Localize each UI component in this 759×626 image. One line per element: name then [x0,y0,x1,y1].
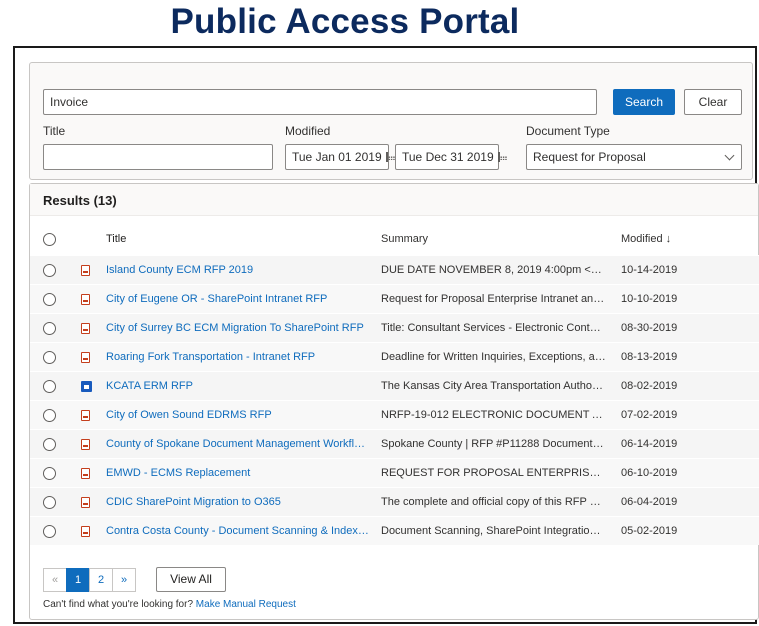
keyword-search-input[interactable]: Invoice [43,89,597,115]
result-summary: The complete and official copy of this R… [381,496,606,508]
modified-to-date-value: Tue Dec 31 2019 [402,150,494,164]
row-select-radio[interactable] [43,525,56,538]
page-title: Public Access Portal [170,2,520,41]
make-manual-request-link[interactable]: Make Manual Request [196,599,296,610]
result-modified-date: 06-14-2019 [621,438,678,450]
result-title-link[interactable]: County of Spokane Document Management Wo… [106,430,371,459]
result-modified-date: 08-02-2019 [621,380,678,392]
result-modified-date: 10-10-2019 [621,293,678,305]
row-select-radio[interactable] [43,409,56,422]
result-title-link[interactable]: Island County ECM RFP 2019 [106,256,371,285]
view-all-button[interactable]: View All [156,567,226,592]
portal-frame: Invoice Search Clear Title Modified Docu… [13,46,759,624]
search-panel: Invoice Search Clear Title Modified Docu… [29,62,753,180]
result-title-link[interactable]: Contra Costa County - Document Scanning … [106,517,371,546]
result-modified-date: 08-30-2019 [621,322,678,334]
result-row[interactable]: Island County ECM RFP 2019 DUE DATE NOVE… [30,255,759,284]
pdf-icon [81,265,90,276]
result-modified-date: 08-13-2019 [621,351,678,363]
result-summary: NRFP-19-012 ELECTRONIC DOCUMENT AND ... [381,409,606,421]
modified-to-date-picker[interactable]: Tue Dec 31 2019 [395,144,507,170]
document-type-field-label: Document Type [526,124,610,138]
title-filter-input[interactable] [43,144,273,170]
chevron-down-icon [724,150,735,161]
result-title-link[interactable]: City of Eugene OR - SharePoint Intranet … [106,285,371,314]
document-type-selected-value: Request for Proposal [533,150,646,164]
page-button-1[interactable]: 1 [66,568,90,592]
word-icon [81,381,92,392]
result-modified-date: 06-04-2019 [621,496,678,508]
row-select-radio[interactable] [43,496,56,509]
pdf-icon [81,468,90,479]
modified-field-label: Modified [285,124,331,138]
help-text: Can't find what you're looking for? Make… [43,599,296,610]
results-column-header-row: Title Summary Modified ↓ [30,225,759,255]
row-select-radio[interactable] [43,322,56,335]
search-button[interactable]: Search [613,89,675,115]
modified-from-date-value: Tue Jan 01 2019 [292,150,382,164]
clear-button[interactable]: Clear [684,89,742,115]
column-header-summary[interactable]: Summary [381,225,606,254]
results-list: Title Summary Modified ↓ Island County E… [30,225,759,545]
result-title-link[interactable]: KCATA ERM RFP [106,372,371,401]
row-select-radio[interactable] [43,438,56,451]
result-row[interactable]: County of Spokane Document Management Wo… [30,429,759,458]
result-title-link[interactable]: Roaring Fork Transportation - Intranet R… [106,343,371,372]
result-modified-date: 07-02-2019 [621,409,678,421]
prev-page-button[interactable]: « [43,568,67,592]
result-row[interactable]: EMWD - ECMS Replacement REQUEST FOR PROP… [30,458,759,487]
result-summary: Request for Proposal Enterprise Intranet… [381,293,606,305]
pdf-icon [81,497,90,508]
result-row[interactable]: City of Surrey BC ECM Migration To Share… [30,313,759,342]
results-panel: Results (13) Title Summary Modified ↓ Is… [29,183,759,620]
select-all-radio[interactable] [43,233,56,246]
result-summary: Document Scanning, SharePoint Integratio… [381,525,606,537]
result-summary: DUE DATE NOVEMBER 8, 2019 4:00pm <ddd/..… [381,264,606,276]
result-modified-date: 06-10-2019 [621,467,678,479]
column-header-title[interactable]: Title [106,225,371,254]
result-summary: Title: Consultant Services - Electronic … [381,322,606,334]
row-select-radio[interactable] [43,467,56,480]
pdf-icon [81,410,90,421]
pdf-icon [81,526,90,537]
title-field-label: Title [43,124,66,138]
calendar-icon[interactable] [497,152,507,162]
pdf-icon [81,352,90,363]
result-row[interactable]: Roaring Fork Transportation - Intranet R… [30,342,759,371]
row-select-radio[interactable] [43,293,56,306]
result-title-link[interactable]: City of Owen Sound EDRMS RFP [106,401,371,430]
modified-from-date-picker[interactable]: Tue Jan 01 2019 [285,144,395,170]
next-page-button[interactable]: » [112,568,136,592]
pdf-icon [81,294,90,305]
document-type-dropdown[interactable]: Request for Proposal [526,144,742,170]
result-summary: The Kansas City Area Transportation Auth… [381,380,606,392]
result-title-link[interactable]: EMWD - ECMS Replacement [106,459,371,488]
page-button-2[interactable]: 2 [89,568,113,592]
column-header-modified[interactable]: Modified ↓ [621,225,711,254]
pdf-icon [81,439,90,450]
calendar-icon[interactable] [385,152,395,162]
result-summary: REQUEST FOR PROPOSAL ENTERPRISE CON... [381,467,606,479]
result-row[interactable]: Contra Costa County - Document Scanning … [30,516,759,545]
result-title-link[interactable]: CDIC SharePoint Migration to O365 [106,488,371,517]
result-row[interactable]: KCATA ERM RFP The Kansas City Area Trans… [30,371,759,400]
pdf-icon [81,323,90,334]
pagination: « 1 2 » [43,568,136,592]
result-row[interactable]: City of Owen Sound EDRMS RFP NRFP-19-012… [30,400,759,429]
result-summary: Spokane County | RFP #P11288 Document Ma… [381,438,606,450]
result-summary: Deadline for Written Inquiries, Exceptio… [381,351,606,363]
result-title-link[interactable]: City of Surrey BC ECM Migration To Share… [106,314,371,343]
result-modified-date: 05-02-2019 [621,525,678,537]
result-row[interactable]: City of Eugene OR - SharePoint Intranet … [30,284,759,313]
results-heading: Results (13) [30,184,758,216]
result-row[interactable]: CDIC SharePoint Migration to O365 The co… [30,487,759,516]
result-modified-date: 10-14-2019 [621,264,678,276]
row-select-radio[interactable] [43,351,56,364]
row-select-radio[interactable] [43,380,56,393]
help-text-label: Can't find what you're looking for? [43,599,196,610]
row-select-radio[interactable] [43,264,56,277]
